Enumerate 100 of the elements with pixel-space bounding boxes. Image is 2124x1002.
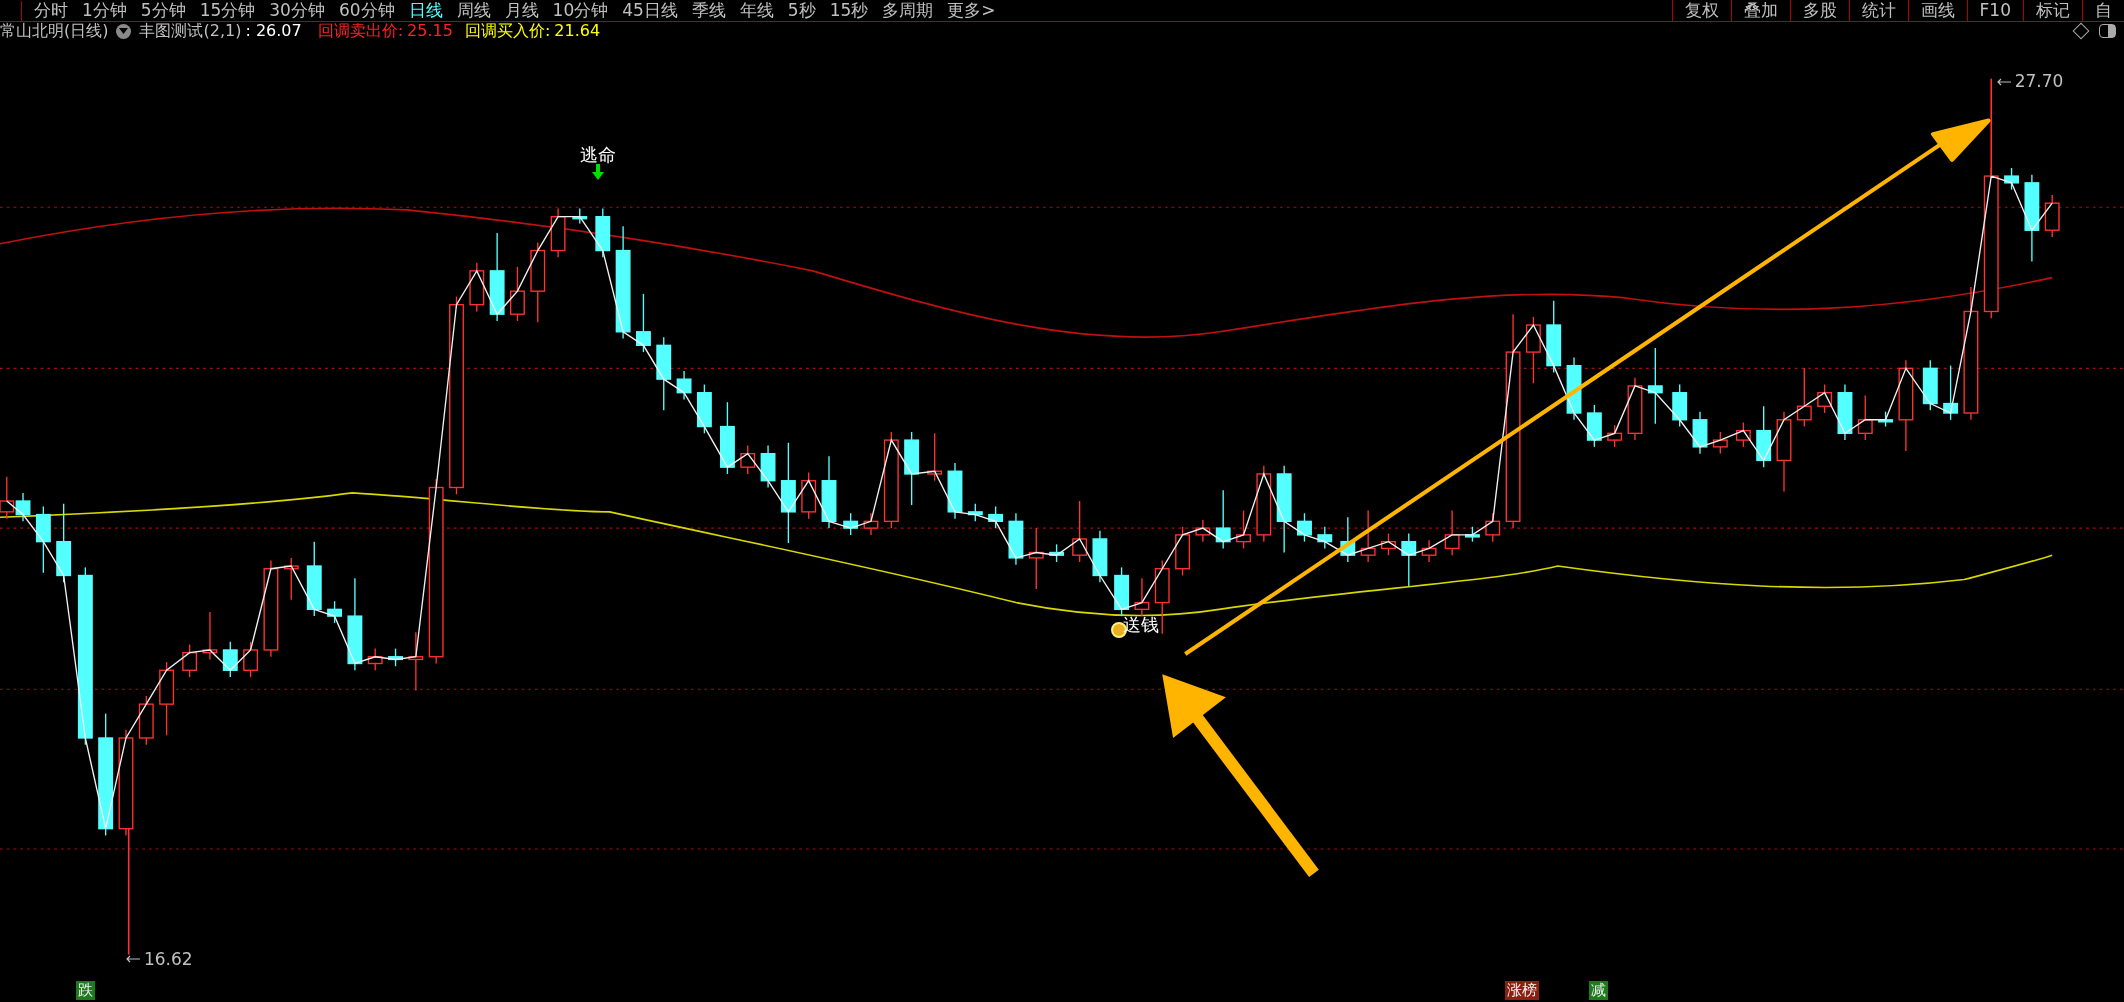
period-tab[interactable]: 10分钟 (552, 2, 609, 19)
candlestick (1072, 500, 1088, 563)
period-tab[interactable]: 15分钟 (199, 2, 256, 19)
down-arrow-icon (591, 164, 604, 181)
candlestick (696, 383, 712, 434)
candlestick (863, 512, 879, 536)
candlestick (760, 444, 776, 489)
toolbar-button[interactable]: 标记 (2023, 0, 2082, 21)
period-tab[interactable]: 30分钟 (269, 2, 325, 19)
candlestick (1627, 377, 1643, 441)
period-tab[interactable]: 5分钟 (140, 2, 186, 19)
toolbar-button[interactable]: F10 (1966, 0, 2023, 21)
candlestick (408, 631, 424, 692)
period-tab[interactable]: 分时 (34, 2, 68, 19)
candlestick (1092, 530, 1108, 583)
sell-price-label: 回调卖出价: (317, 23, 404, 39)
period-tab[interactable]: 15秒 (829, 2, 869, 19)
candlestick (469, 262, 485, 313)
candlestick (1878, 411, 1894, 428)
indicator-value: : 26.07 (245, 23, 302, 39)
period-tab[interactable]: 1分钟 (82, 2, 127, 19)
candlestick (1297, 512, 1312, 543)
candlestick (138, 695, 154, 746)
period-tab[interactable]: 更多> (947, 2, 996, 19)
toolbar-button[interactable]: 统计 (1848, 0, 1908, 21)
marker-tag: 减 (1588, 980, 1608, 1000)
candlestick (182, 643, 198, 678)
candlestick (636, 293, 651, 353)
marker-tag: 跌 (75, 980, 95, 1000)
candlestick (222, 641, 238, 678)
candlestick (1943, 364, 1959, 421)
candlestick (1586, 404, 1602, 448)
candlestick (967, 503, 983, 522)
toolbar-button[interactable]: 画线 (1907, 0, 1967, 21)
candlestick (35, 505, 51, 574)
period-tab[interactable]: 多周期 (882, 2, 934, 19)
candlestick (988, 505, 1004, 529)
period-tab[interactable]: 季线 (691, 2, 726, 19)
period-tab[interactable]: 45日线 (622, 2, 678, 19)
period-tab[interactable]: 日线 (408, 2, 443, 19)
high-price-label: 27.70 (2014, 73, 2064, 91)
candlestick (1837, 383, 1853, 441)
candlestick (676, 370, 692, 401)
candlestick (1028, 527, 1044, 590)
candlestick (550, 207, 566, 258)
candlestick (1672, 383, 1688, 428)
period-tab[interactable]: 周线 (456, 2, 491, 19)
panel-toggle-icon[interactable] (2099, 24, 2116, 38)
candlestick (1421, 539, 1437, 563)
stock-name: 常山北明(日线) (0, 23, 109, 39)
candlestick (1008, 512, 1024, 566)
candlestick (1175, 526, 1190, 577)
candlestick (1525, 316, 1541, 384)
candlestick (1134, 577, 1150, 617)
candlestick (1317, 526, 1333, 550)
period-tab[interactable]: 月线 (504, 2, 539, 19)
candlestick (1401, 532, 1417, 587)
candlestick (243, 641, 259, 678)
candlestick (595, 207, 611, 258)
candlestick (1360, 509, 1376, 563)
signal-label: 逃命 (579, 146, 616, 165)
candlestick (1857, 394, 1873, 441)
candlestick (510, 266, 525, 322)
candlestick (327, 600, 343, 624)
candlestick (367, 647, 383, 671)
candlestick (1114, 566, 1130, 617)
candlestick (1444, 509, 1460, 556)
candlestick (1195, 519, 1211, 543)
candlestick (388, 647, 403, 667)
candlestick (1735, 421, 1751, 448)
buy-price-label: 回调买入价: (464, 23, 551, 39)
candlestick (1817, 383, 1833, 414)
period-tab[interactable]: 5秒 (787, 2, 816, 19)
candlestick (1236, 509, 1251, 550)
period-tab[interactable]: 年线 (739, 2, 774, 19)
candlestick (1485, 512, 1501, 543)
candlestick (1049, 543, 1065, 563)
left-arrow-icon (125, 955, 140, 964)
dropdown-icon[interactable] (116, 23, 132, 39)
candlestick (1712, 431, 1728, 455)
candlestick (843, 512, 859, 536)
candlestick (1607, 424, 1623, 448)
candlestick (2004, 167, 2019, 191)
toolbar-button[interactable]: 自 (2082, 0, 2124, 21)
candlestick (1215, 489, 1231, 550)
candlestick (1756, 405, 1772, 468)
signal-label: 送钱 (1122, 616, 1159, 635)
low-price-label: 16.62 (143, 950, 193, 968)
candlestick (1465, 526, 1480, 543)
candlestick (1922, 359, 1938, 411)
toolbar-button[interactable]: 多股 (1789, 0, 1849, 21)
buy-price-value: 21.64 (554, 23, 601, 39)
candlestick (2044, 194, 2060, 238)
candlestick (1381, 532, 1396, 556)
toolbar-button[interactable]: 复权 (1671, 0, 1731, 21)
period-tab[interactable]: 60分钟 (338, 2, 395, 19)
toolbar-button[interactable]: 叠加 (1730, 0, 1790, 21)
candlestick (740, 444, 756, 475)
candlestick (1796, 367, 1812, 428)
candlestick (283, 557, 299, 601)
